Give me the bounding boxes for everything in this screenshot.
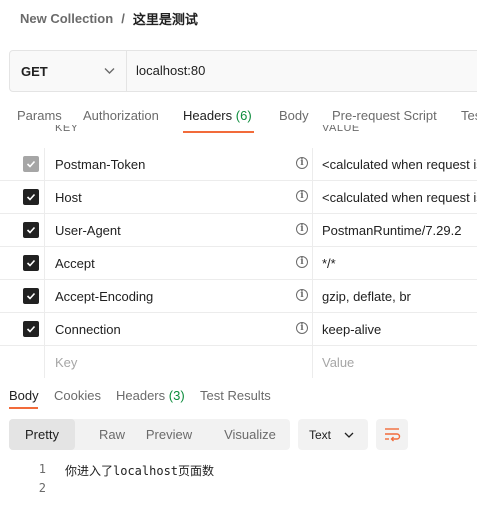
response-tab-body[interactable]: Body <box>9 388 39 403</box>
column-header-key: KEY <box>55 125 79 134</box>
tab-headers-count: (6) <box>235 108 252 123</box>
table-row: Accept-Encoding i gzip, deflate, br <box>0 280 477 313</box>
key-cell <box>45 346 313 378</box>
wrap-lines-icon <box>385 428 401 442</box>
tab-authorization-label: Authorization <box>83 108 159 123</box>
info-icon[interactable]: i <box>296 157 308 169</box>
checkmark-icon <box>26 259 36 267</box>
chevron-down-icon <box>344 432 354 438</box>
tab-authorization[interactable]: Authorization <box>83 108 159 123</box>
header-value[interactable]: PostmanRuntime/7.29.2 <box>322 223 461 238</box>
breadcrumb-request-name[interactable]: 这里是测试 <box>133 9 198 28</box>
line-number: 2 <box>38 481 46 495</box>
tab-pre-request-script[interactable]: Pre-request Script <box>332 108 437 123</box>
headers-table: KEY VALUE Postman-Token i <calculated wh… <box>0 125 477 378</box>
method-label: GET <box>21 63 48 79</box>
language-select[interactable]: Text <box>298 419 368 450</box>
checkmark-icon <box>26 226 36 234</box>
info-icon[interactable]: i <box>296 289 308 301</box>
active-response-tab-indicator <box>9 407 38 409</box>
header-value[interactable]: <calculated when request is sent> <box>322 190 477 205</box>
response-tab-cookies-label: Cookies <box>54 388 101 403</box>
tab-headers[interactable]: Headers (6) <box>183 108 252 123</box>
response-tab-cookies[interactable]: Cookies <box>54 388 101 403</box>
header-key[interactable]: User-Agent <box>55 223 121 238</box>
response-tab-headers[interactable]: Headers (3) <box>116 388 185 403</box>
header-key[interactable]: Host <box>55 190 82 205</box>
new-key-input[interactable]: Key <box>55 355 77 370</box>
row-checkbox[interactable] <box>23 321 39 337</box>
url-input[interactable]: localhost:80 <box>136 63 205 78</box>
row-checkbox[interactable] <box>23 255 39 271</box>
tab-body-label: Body <box>279 108 309 123</box>
breadcrumb: New Collection / 这里是测试 <box>20 9 198 28</box>
tab-params-label: Params <box>17 108 62 123</box>
header-value[interactable]: */* <box>322 256 336 271</box>
response-tab-headers-count: (3) <box>168 388 185 403</box>
response-body-text[interactable]: 你进入了localhost页面数 <box>65 462 214 479</box>
header-key[interactable]: Postman-Token <box>55 157 145 172</box>
format-raw[interactable]: Raw <box>83 419 141 450</box>
tab-params[interactable]: Params <box>17 108 62 123</box>
response-tab-headers-label: Headers <box>116 388 166 403</box>
table-row: Connection i keep-alive <box>0 313 477 346</box>
info-icon[interactable]: i <box>296 223 308 235</box>
row-checkbox[interactable] <box>23 288 39 304</box>
line-number: 1 <box>38 462 46 476</box>
chevron-down-icon <box>104 68 115 74</box>
checkmark-icon <box>26 193 36 201</box>
key-cell <box>45 181 313 213</box>
header-key[interactable]: Accept <box>55 256 95 271</box>
row-checkbox[interactable] <box>23 189 39 205</box>
info-icon[interactable]: i <box>296 322 308 334</box>
tab-tests[interactable]: Tests <box>461 108 477 123</box>
checkmark-icon <box>26 292 36 300</box>
new-value-input[interactable]: Value <box>322 355 354 370</box>
table-row: User-Agent i PostmanRuntime/7.29.2 <box>0 214 477 247</box>
format-pretty[interactable]: Pretty <box>9 419 75 450</box>
language-label: Text <box>309 428 332 442</box>
header-value[interactable]: gzip, deflate, br <box>322 289 411 304</box>
table-row: Host i <calculated when request is sent> <box>0 181 477 214</box>
url-bar: GET localhost:80 <box>9 50 477 92</box>
checkmark-icon <box>26 160 36 168</box>
response-tab-body-label: Body <box>9 388 39 403</box>
wrap-lines-button[interactable] <box>376 419 408 450</box>
info-icon[interactable]: i <box>296 190 308 202</box>
table-row: Postman-Token i <calculated when request… <box>0 148 477 181</box>
info-icon[interactable]: i <box>296 256 308 268</box>
method-select[interactable]: GET <box>10 51 126 91</box>
response-tab-test-results[interactable]: Test Results <box>200 388 271 403</box>
response-tab-test-results-label: Test Results <box>200 388 271 403</box>
new-header-row: Key Value <box>0 346 477 378</box>
tab-tests-label: Tests <box>461 108 477 123</box>
format-preview[interactable]: Preview <box>141 419 197 450</box>
tab-headers-label: Headers <box>183 108 233 123</box>
checkmark-icon <box>26 325 36 333</box>
tab-pre-request-script-label: Pre-request Script <box>332 108 437 123</box>
header-key[interactable]: Accept-Encoding <box>55 289 153 304</box>
column-header-value: VALUE <box>322 125 360 134</box>
breadcrumb-collection[interactable]: New Collection <box>20 11 113 26</box>
checkbox-cell <box>0 346 45 378</box>
breadcrumb-separator: / <box>121 10 125 26</box>
header-value[interactable]: keep-alive <box>322 322 381 337</box>
format-visualize[interactable]: Visualize <box>215 419 285 450</box>
table-row: Accept i */* <box>0 247 477 280</box>
row-checkbox[interactable] <box>23 156 39 172</box>
row-checkbox[interactable] <box>23 222 39 238</box>
format-segmented-control: Pretty Raw Preview Visualize <box>9 419 290 450</box>
url-divider <box>126 51 127 91</box>
tab-body[interactable]: Body <box>279 108 309 123</box>
header-value[interactable]: <calculated when request is sent> <box>322 157 477 172</box>
header-key[interactable]: Connection <box>55 322 121 337</box>
